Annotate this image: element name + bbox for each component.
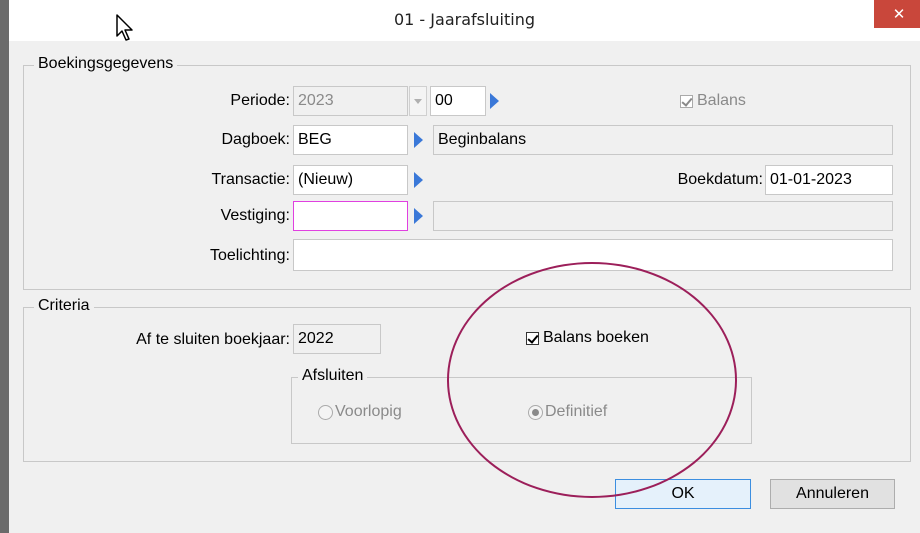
dagboek-lookup-arrow-icon[interactable] [414,132,423,148]
vestiging-label: Vestiging: [220,207,290,224]
balans-checkbox[interactable] [680,95,693,108]
vestiging-naam-field [433,201,893,231]
definitief-radio[interactable] [528,405,543,420]
periode-nummer-field[interactable]: 00 [430,86,486,116]
boekjaar-field: 2022 [293,324,381,354]
balans-boeken-checkbox[interactable] [526,332,539,345]
afsluiten-legend: Afsluiten [298,367,368,385]
voorlopig-label: Voorlopig [335,403,402,420]
boekingsgegevens-legend: Boekingsgegevens [34,55,178,73]
toelichting-field[interactable] [293,239,893,271]
vestiging-code-field[interactable] [293,201,408,231]
definitief-label: Definitief [545,403,608,420]
transactie-field[interactable]: (Nieuw) [293,165,408,195]
af-te-sluiten-boekjaar-label: Af te sluiten boekjaar: [136,331,290,348]
toelichting-label: Toelichting: [209,247,290,264]
transactie-lookup-arrow-icon[interactable] [414,172,423,188]
vestiging-lookup-arrow-icon[interactable] [414,208,423,224]
balans-checkbox-label: Balans [697,92,746,109]
dagboek-code-field[interactable]: BEG [293,125,408,155]
periode-label: Periode: [230,92,290,109]
balans-boeken-label: Balans boeken [543,329,649,346]
criteria-legend: Criteria [34,297,94,315]
ok-button[interactable]: OK [615,479,751,509]
dialog-body: Boekingsgegevens Periode: 2023 00 Balans… [9,41,920,533]
annuleren-button[interactable]: Annuleren [770,479,895,509]
title-bar[interactable]: 01 - Jaarafsluiting ✕ [9,0,920,41]
mouse-pointer-icon [116,14,133,41]
dagboek-label: Dagboek: [221,131,291,148]
close-button[interactable]: ✕ [874,0,920,28]
chevron-down-icon [414,99,422,104]
window-title: 01 - Jaarafsluiting [393,10,536,29]
periode-jaar-dropdown-button[interactable] [409,86,427,116]
boekdatum-field[interactable]: 01-01-2023 [765,165,893,195]
transactie-label: Transactie: [211,171,290,188]
periode-lookup-arrow-icon[interactable] [490,93,499,109]
boekdatum-label: Boekdatum: [677,171,763,188]
dagboek-naam-field: Beginbalans [433,125,893,155]
periode-jaar-combo[interactable]: 2023 [293,86,408,116]
window-left-border [0,0,9,533]
voorlopig-radio[interactable] [318,405,333,420]
